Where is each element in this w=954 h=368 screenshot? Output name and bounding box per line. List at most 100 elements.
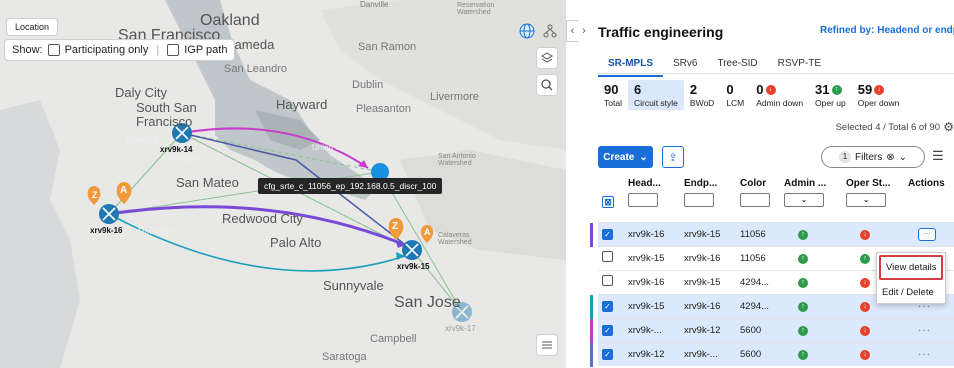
igp-path-checkbox[interactable] <box>167 44 180 56</box>
admin-filter-select[interactable]: ⌄ <box>784 193 824 207</box>
select-all-checkbox[interactable]: ⊠ <box>602 196 614 208</box>
stat-circuit-style[interactable]: 6 Circuit style <box>627 80 684 110</box>
color-cell: 4294... <box>736 293 780 318</box>
view-details-item[interactable]: View details <box>879 255 943 280</box>
layers-icon[interactable] <box>536 47 558 69</box>
selection-info: Selected 4 / Total 6 of 90 <box>835 122 940 133</box>
stat-oper-down-value: 59 <box>857 82 873 97</box>
oper-filter-select[interactable]: ⌄ <box>846 193 886 207</box>
app-root: Z A Z A Oakland San Francisco Alameda Sa… <box>0 0 954 368</box>
col-oper[interactable]: Oper St... <box>846 178 900 189</box>
row-accent <box>590 222 593 247</box>
router-node-16[interactable] <box>99 204 119 224</box>
node-label-17: xrv9k-17 <box>445 324 476 333</box>
upload-icon: ⇪ <box>668 151 678 164</box>
place-daly-city: Daly City <box>115 85 168 100</box>
clear-filter-icon[interactable]: ⊗ <box>886 152 894 163</box>
place-livermore: Livermore <box>430 91 479 103</box>
export-button[interactable]: ⇪ <box>662 146 684 168</box>
stat-total[interactable]: 90 Total <box>598 80 628 110</box>
place-san-mateo: San Mateo <box>176 175 239 190</box>
col-headend[interactable]: Head... <box>628 178 676 189</box>
list-icon[interactable] <box>536 334 558 356</box>
arrow-up-icon: ↑ <box>860 254 870 264</box>
arrow-down-icon: ↓ <box>874 84 885 95</box>
table-row[interactable]: ✓ xrv9k-16 xrv9k-15 11056 ↑ ↓ ··· <box>590 221 954 247</box>
stat-lcm[interactable]: 0 LCM <box>720 80 750 110</box>
row-checkbox[interactable]: ✓ <box>602 348 613 360</box>
place-dublin: Dublin <box>352 79 384 91</box>
table-header-row: ⊠ Head... Endp... Color Admin ... ⌄ Oper … <box>598 176 954 222</box>
row-checkbox[interactable]: ✓ <box>602 228 613 240</box>
chevron-down-icon: ⌄ <box>639 151 648 163</box>
create-button[interactable]: Create ⌄ <box>598 146 653 168</box>
more-actions-button[interactable]: ··· <box>918 349 931 360</box>
headend-cell: xrv9k-15 <box>624 293 680 318</box>
arrow-up-icon: ↑ <box>798 254 808 264</box>
chevron-down-icon: ⌄ <box>898 151 907 163</box>
table-row[interactable]: ✓ xrv9k-... xrv9k-12 5600 ↑ ↓ ··· <box>590 317 954 343</box>
sort-icon[interactable]: ☰ <box>932 148 944 164</box>
row-checkbox[interactable]: ✓ <box>602 300 613 312</box>
row-checkbox[interactable] <box>602 275 613 286</box>
col-color[interactable]: Color <box>740 178 776 189</box>
globe-icon[interactable] <box>516 20 538 42</box>
stat-oper-up-label: Oper up <box>815 98 846 108</box>
place-danville: Danville <box>360 0 389 9</box>
stat-oper-down[interactable]: 59 ↓ Oper down <box>852 80 906 110</box>
headend-filter-input[interactable] <box>628 193 658 207</box>
headend-cell: xrv9k-15 <box>624 245 680 270</box>
stat-oper-up[interactable]: 31 ↑ Oper up <box>809 80 852 110</box>
participating-label: Participating only <box>64 44 149 56</box>
endpoint-cell: xrv9k-15 <box>680 221 736 246</box>
filters-button[interactable]: 1 Filters ⊗ ⌄ <box>821 146 925 168</box>
actions-cell: ··· <box>904 341 954 366</box>
admin-status-cell: ↑ <box>780 269 842 294</box>
refined-by-link[interactable]: Refined by: Headend or endpoin <box>820 25 954 36</box>
router-node-15[interactable] <box>402 240 422 260</box>
arrow-down-icon: ↓ <box>860 350 870 361</box>
arrow-up-icon: ↑ <box>798 230 808 240</box>
admin-status-cell: ↑ <box>780 221 842 246</box>
place-san-ramon: San Ramon <box>358 41 417 53</box>
path-tooltip: cfg_srte_c_11056_ep_192.168.0.5_discr_10… <box>258 178 443 194</box>
col-endpoint[interactable]: Endp... <box>684 178 732 189</box>
stat-bwod-label: BWoD <box>689 98 715 108</box>
place-campbell: Campbell <box>370 333 417 345</box>
more-actions-button[interactable]: ··· <box>918 325 931 336</box>
edit-delete-item[interactable]: Edit / Delete <box>877 282 945 303</box>
participating-checkbox[interactable] <box>47 44 60 56</box>
stat-bwod[interactable]: 2 BWoD <box>684 80 720 110</box>
place-san-antonio: San Antonio Watershed <box>438 153 476 167</box>
stat-total-label: Total <box>604 98 622 108</box>
row-checkbox[interactable] <box>602 251 613 262</box>
topology-icon[interactable] <box>539 20 561 42</box>
topology-map[interactable]: Z A Z A Oakland San Francisco Alameda Sa… <box>0 0 566 368</box>
stat-admin-down[interactable]: 0 ↓ Admin down <box>750 80 809 110</box>
endpoint-filter-input[interactable] <box>684 193 714 207</box>
arrow-up-icon: ↑ <box>798 350 808 361</box>
color-cell: 5600 <box>736 341 780 366</box>
actions-cell: ··· <box>904 221 954 246</box>
show-filter-bar: Show: Participating only | IGP path <box>4 39 236 61</box>
node-label-16: xrv9k-16 <box>90 226 123 235</box>
gear-icon[interactable]: ⚙ <box>943 120 954 134</box>
more-actions-button[interactable]: ··· <box>918 227 936 241</box>
arrow-down-icon: ↓ <box>860 230 870 240</box>
collapse-panel-button[interactable]: ‹ <box>566 20 578 42</box>
place-burlingame: Burlingame <box>162 154 203 163</box>
place-san-jose: San Jose <box>394 294 461 311</box>
search-icon[interactable] <box>536 74 558 96</box>
location-tag: Location <box>6 18 59 36</box>
color-filter-input[interactable] <box>740 193 770 207</box>
expand-panel-button[interactable]: › <box>578 20 590 42</box>
color-cell: 11056 <box>736 221 780 246</box>
col-admin[interactable]: Admin ... <box>784 178 838 189</box>
arrow-up-icon: ↑ <box>798 278 808 288</box>
stat-admin-down-label: Admin down <box>756 98 804 108</box>
admin-status-cell: ↑ <box>780 245 842 270</box>
row-checkbox[interactable]: ✓ <box>602 324 613 336</box>
row-accent <box>590 318 593 343</box>
headend-cell: xrv9k-16 <box>624 221 680 246</box>
table-row[interactable]: ✓ xrv9k-12 xrv9k-... 5600 ↑ ↓ ··· <box>590 341 954 367</box>
